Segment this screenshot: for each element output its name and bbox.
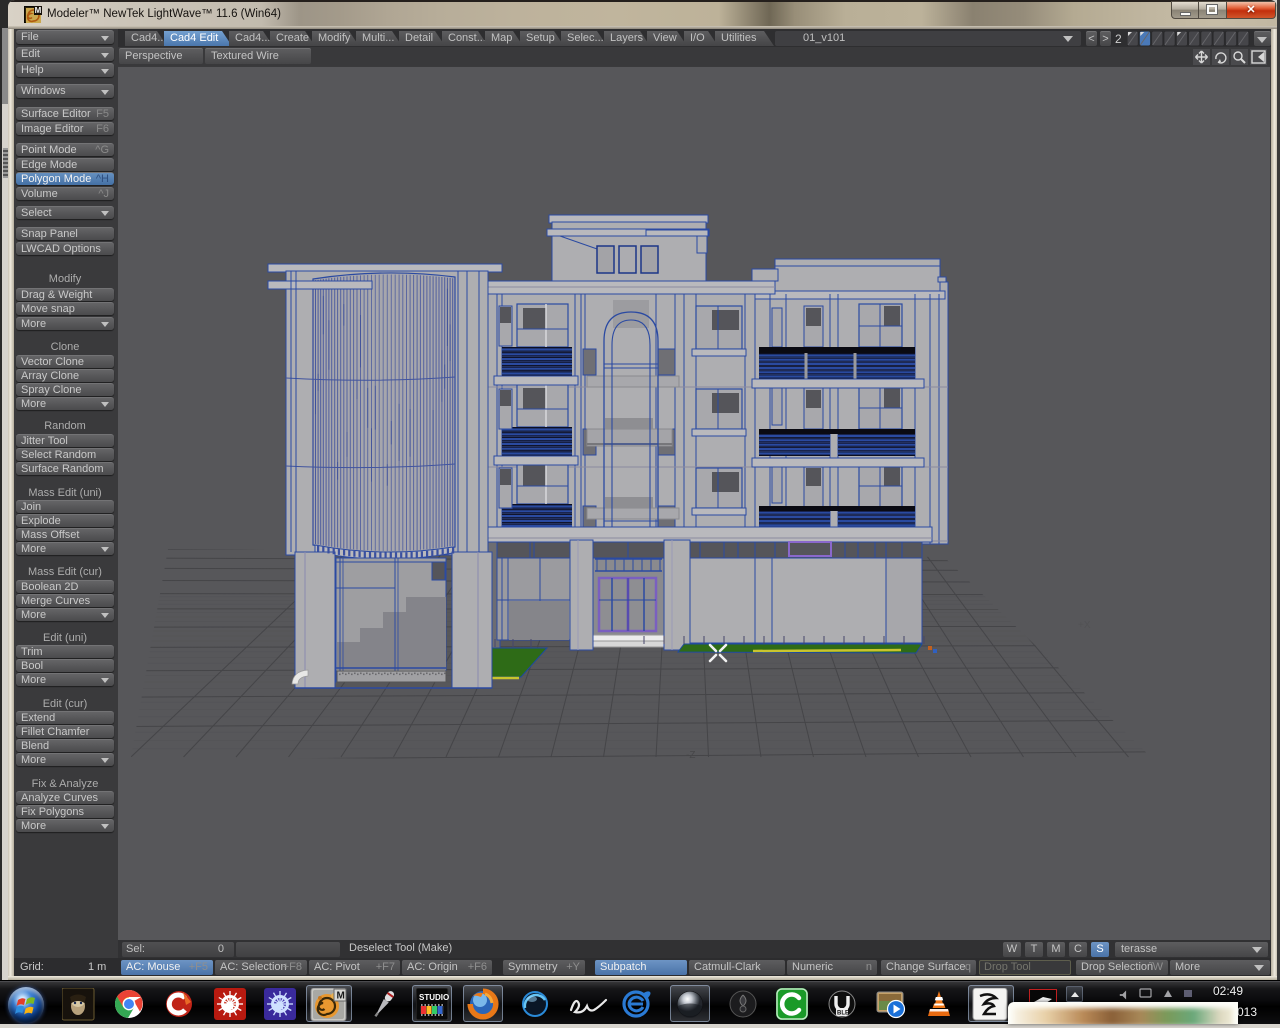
svg-text:BLE: BLE bbox=[837, 1011, 849, 1017]
svg-text:+X: +X bbox=[1078, 620, 1091, 631]
svg-text:M: M bbox=[337, 991, 345, 1002]
svg-text:-Z: -Z bbox=[686, 750, 695, 761]
svg-text:STUDIO: STUDIO bbox=[419, 993, 449, 1002]
